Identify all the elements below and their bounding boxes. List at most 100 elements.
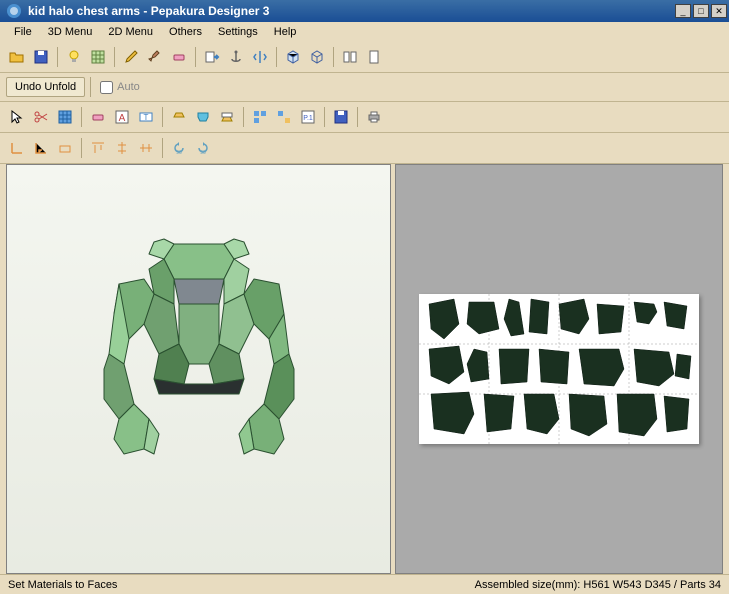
model-3d-render	[59, 204, 339, 504]
grid-icon	[57, 109, 73, 125]
book-icon	[342, 49, 358, 65]
grid2d-button[interactable]	[54, 106, 76, 128]
pencil-button[interactable]	[120, 46, 142, 68]
export-button[interactable]	[201, 46, 223, 68]
scissors-button[interactable]	[30, 106, 52, 128]
scissors-icon	[33, 109, 49, 125]
menu-file[interactable]: File	[6, 24, 40, 40]
auto-checkbox[interactable]	[100, 81, 113, 94]
cursor-icon	[9, 109, 25, 125]
flap2-button[interactable]	[192, 106, 214, 128]
save-button[interactable]	[30, 46, 52, 68]
pencil-icon	[123, 49, 139, 65]
tools-toolbar-2: 90 90	[0, 133, 729, 164]
menu-2d[interactable]: 2D Menu	[100, 24, 161, 40]
undo-unfold-button[interactable]: Undo Unfold	[6, 77, 85, 97]
anchor-button[interactable]	[225, 46, 247, 68]
flip-icon	[252, 49, 268, 65]
erase2d-button[interactable]	[87, 106, 109, 128]
edge3-button[interactable]	[54, 137, 76, 159]
app-icon	[6, 3, 22, 19]
unfolded-parts	[419, 294, 699, 444]
edge2-button[interactable]	[30, 137, 52, 159]
printer-icon	[366, 109, 382, 125]
arrange-icon	[252, 109, 268, 125]
align2-button[interactable]	[111, 137, 133, 159]
flap1-button[interactable]	[168, 106, 190, 128]
window-controls: _ □ ✕	[675, 4, 727, 18]
folder-open-icon	[9, 49, 25, 65]
align-top-icon	[90, 140, 106, 156]
cube-wireframe-icon	[309, 49, 325, 65]
status-message: Set Materials to Faces	[8, 579, 475, 591]
cube-icon	[285, 49, 301, 65]
close-button[interactable]: ✕	[711, 4, 727, 18]
window-title: kid halo chest arms - Pepakura Designer …	[26, 4, 675, 18]
flap2-icon	[195, 109, 211, 125]
status-info: Assembled size(mm): H561 W543 D345 / Par…	[475, 579, 721, 591]
align3-button[interactable]	[135, 137, 157, 159]
maximize-button[interactable]: □	[693, 4, 709, 18]
rotate90-button[interactable]: 90	[168, 137, 190, 159]
svg-text:A: A	[119, 113, 126, 124]
flip-button[interactable]	[249, 46, 271, 68]
unfolded-paper	[419, 294, 699, 444]
menu-help[interactable]: Help	[266, 24, 305, 40]
flap3-icon	[219, 109, 235, 125]
page-button[interactable]	[363, 46, 385, 68]
rotate-left-icon: 90	[171, 140, 187, 156]
print-button[interactable]	[363, 106, 385, 128]
eraser-icon	[171, 49, 187, 65]
brush-icon	[147, 49, 163, 65]
auto-label: Auto	[117, 81, 140, 93]
align1-button[interactable]	[87, 137, 109, 159]
auto-checkbox-wrap: Auto	[96, 81, 144, 94]
minimize-button[interactable]: _	[675, 4, 691, 18]
eraser-button[interactable]	[168, 46, 190, 68]
edge2-icon	[33, 140, 49, 156]
svg-text:P.1: P.1	[303, 115, 313, 122]
eraser2-icon	[90, 109, 106, 125]
p1-button[interactable]: P.1	[297, 106, 319, 128]
cube1-button[interactable]	[282, 46, 304, 68]
page-number-icon: P.1	[300, 109, 316, 125]
menu-3d[interactable]: 3D Menu	[40, 24, 101, 40]
menu-others[interactable]: Others	[161, 24, 210, 40]
edge3-icon	[57, 140, 73, 156]
menu-settings[interactable]: Settings	[210, 24, 266, 40]
text2-button[interactable]: T	[135, 106, 157, 128]
arrange2-button[interactable]	[273, 106, 295, 128]
select-button[interactable]	[6, 106, 28, 128]
align-center-icon	[114, 140, 130, 156]
floppy2-icon	[333, 109, 349, 125]
bulb-button[interactable]	[63, 46, 85, 68]
texture-button[interactable]	[87, 46, 109, 68]
arrange2-icon	[276, 109, 292, 125]
svg-text:90: 90	[176, 150, 182, 156]
unfold-toolbar: Undo Unfold Auto	[0, 73, 729, 102]
flap-icon	[171, 109, 187, 125]
save2-button[interactable]	[330, 106, 352, 128]
floppy-icon	[33, 49, 49, 65]
export-icon	[204, 49, 220, 65]
book-button[interactable]	[339, 46, 361, 68]
text-box-icon: T	[138, 109, 154, 125]
texture-icon	[90, 49, 106, 65]
edge1-button[interactable]	[6, 137, 28, 159]
arrange1-button[interactable]	[249, 106, 271, 128]
flap3-button[interactable]	[216, 106, 238, 128]
cube2-button[interactable]	[306, 46, 328, 68]
viewport-3d[interactable]	[6, 164, 391, 574]
anchor-icon	[228, 49, 244, 65]
tools-toolbar-1: A T P.1	[0, 102, 729, 133]
viewport-2d[interactable]	[395, 164, 723, 574]
svg-text:T: T	[144, 113, 149, 122]
brush-button[interactable]	[144, 46, 166, 68]
page-icon	[366, 49, 382, 65]
text-button[interactable]: A	[111, 106, 133, 128]
rotate90r-button[interactable]: 90	[192, 137, 214, 159]
main-toolbar	[0, 42, 729, 73]
align3-icon	[138, 140, 154, 156]
open-button[interactable]	[6, 46, 28, 68]
text-icon: A	[114, 109, 130, 125]
